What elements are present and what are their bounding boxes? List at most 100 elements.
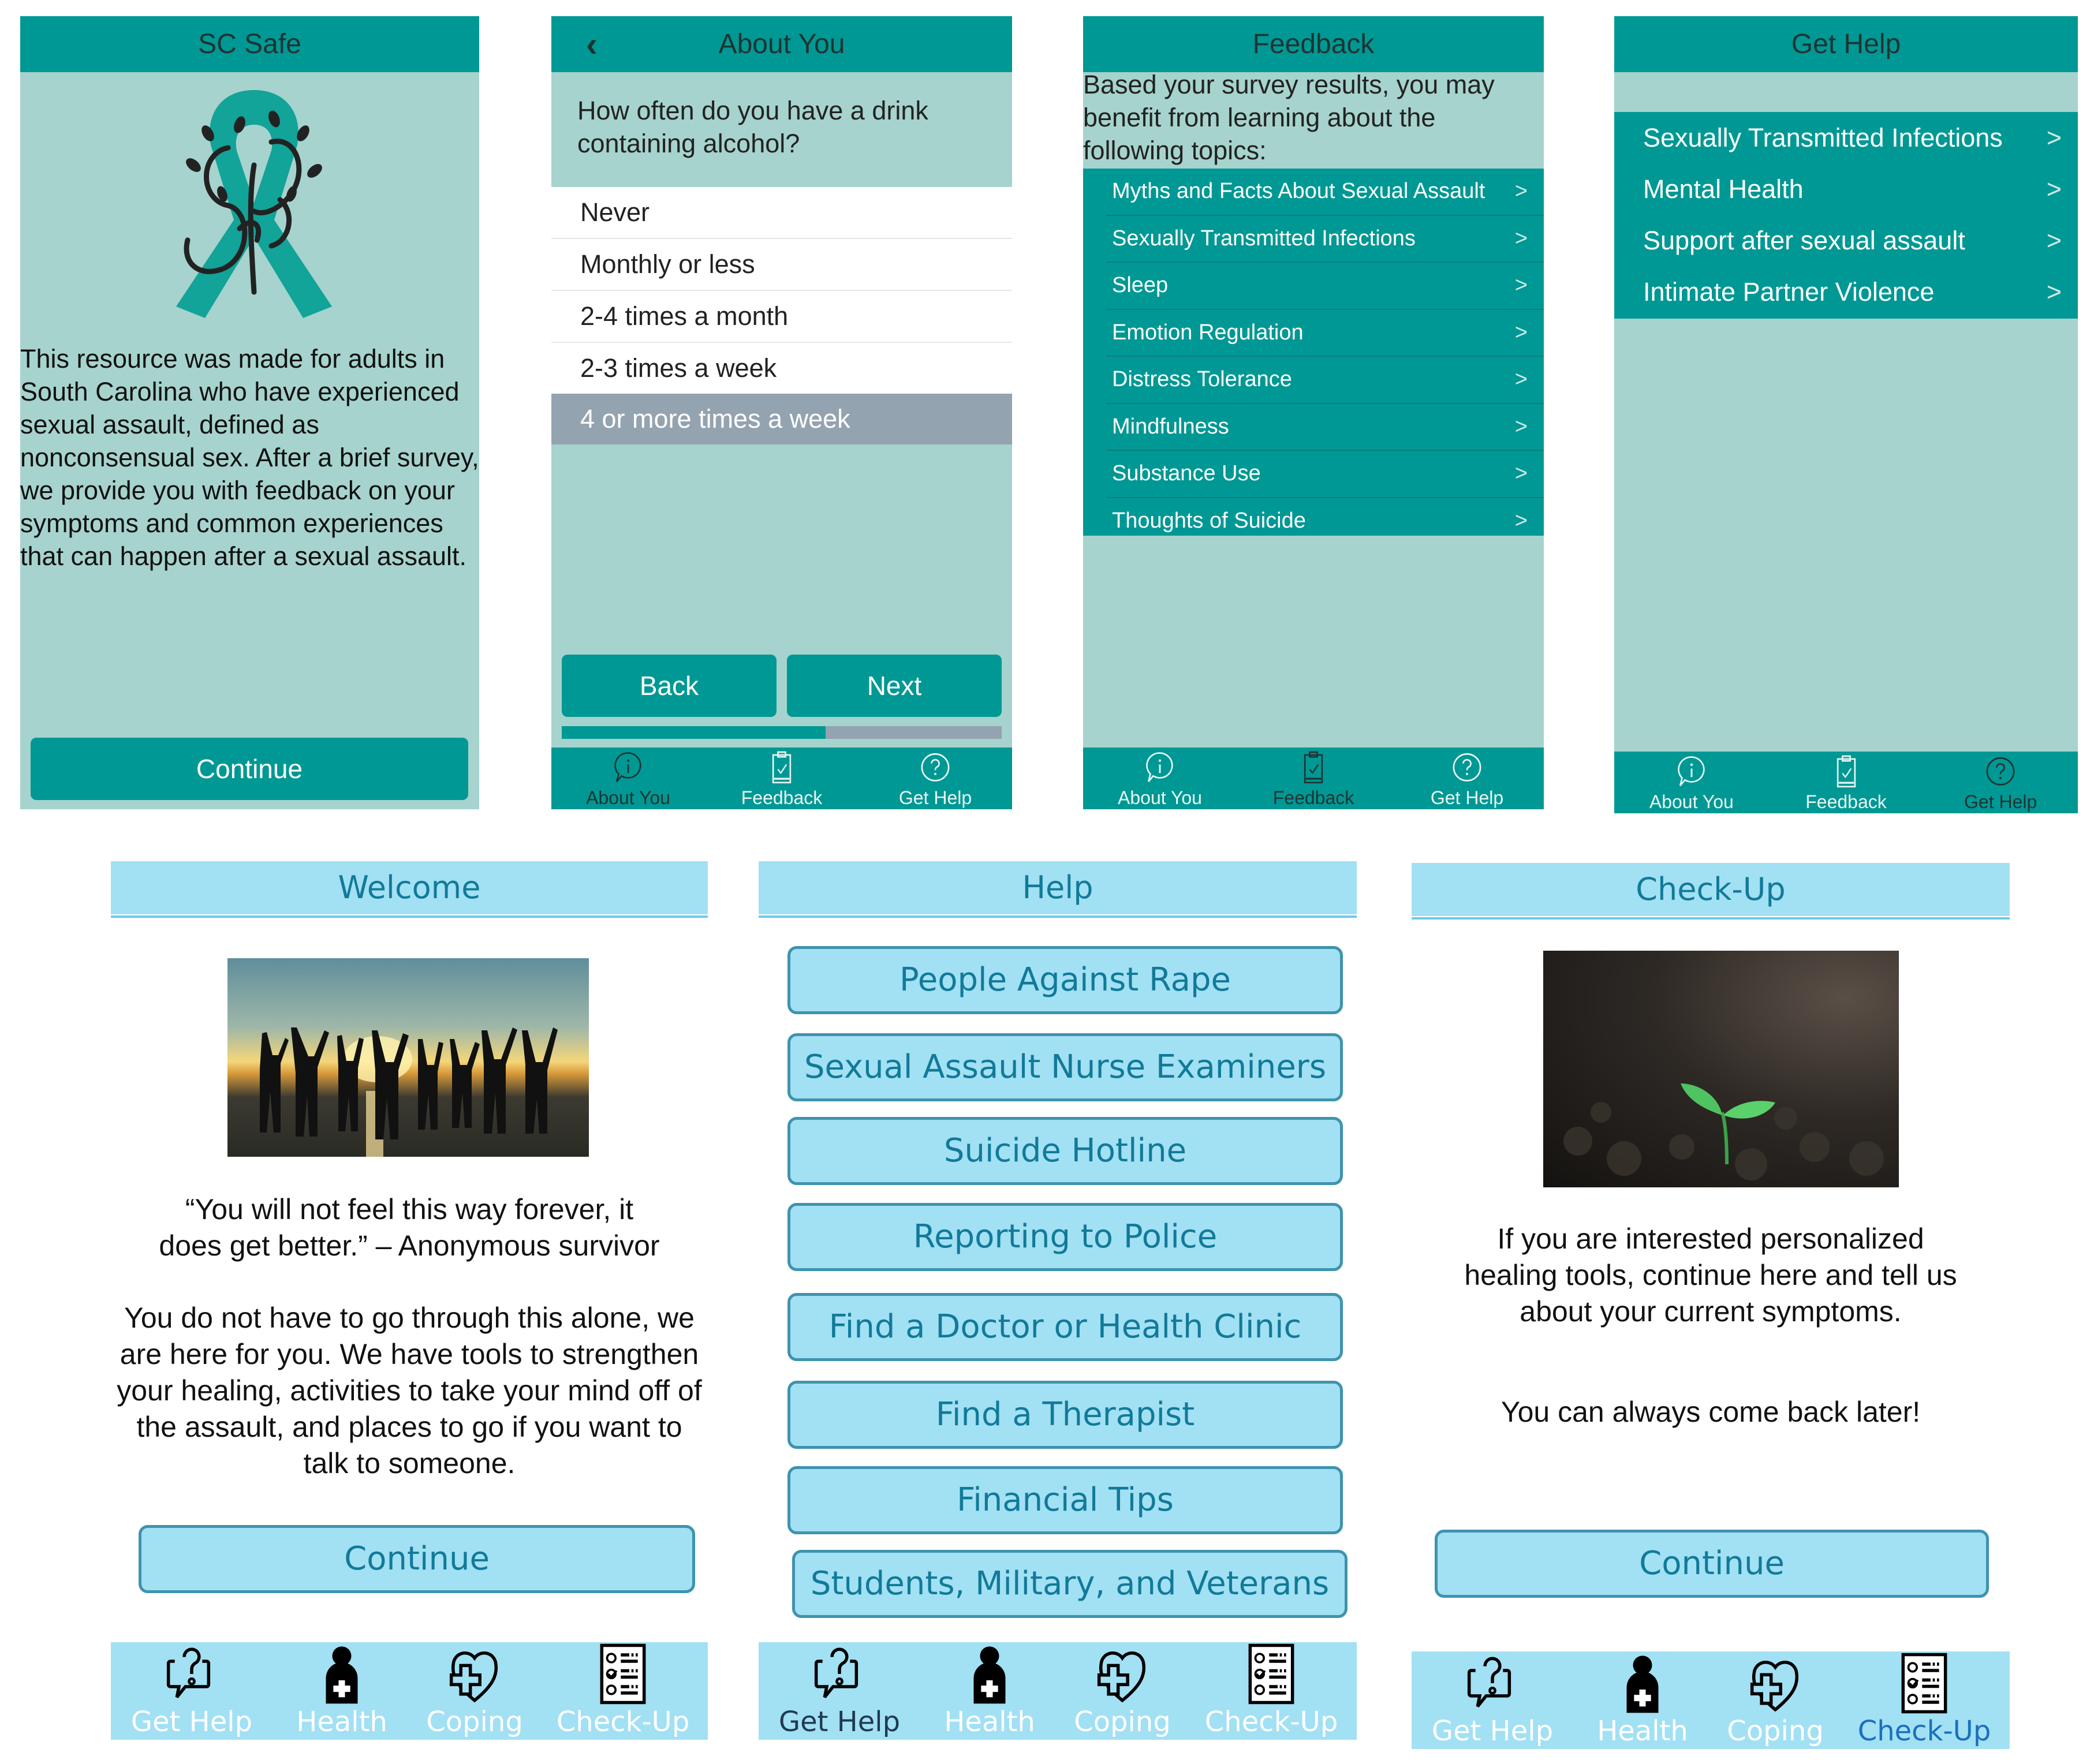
tab-label: About You [1118, 787, 1202, 808]
answer-options-list: Never Monthly or less 2-4 times a month … [551, 187, 1012, 444]
continue-button[interactable]: Continue [139, 1525, 695, 1593]
tab-check-up[interactable]: Check-Up [1839, 1651, 2010, 1749]
help-resource-button[interactable]: Find a Doctor or Health Clinic [787, 1293, 1343, 1361]
tab-health[interactable]: Health [273, 1642, 411, 1740]
person-medical-cross-icon [958, 1642, 1021, 1706]
feedback-topic-item[interactable]: Distress Tolerance > [1106, 357, 1544, 404]
chevron-right-icon: > [1514, 508, 1528, 533]
heart-cross-icon [443, 1642, 506, 1706]
tab-label: Get Help [1431, 1715, 1554, 1747]
tab-coping[interactable]: Coping [1059, 1642, 1186, 1740]
screen-header: ‹ About You [551, 16, 1012, 72]
tab-check-up[interactable]: Check-Up [538, 1642, 708, 1740]
tab-about-you[interactable]: About You [551, 748, 705, 809]
welcome-message: You do not have to go through this alone… [117, 1302, 702, 1479]
tab-feedback[interactable]: Feedback [1769, 752, 1924, 813]
feedback-topic-item[interactable]: Substance Use > [1106, 451, 1544, 498]
tab-label: Feedback [1272, 787, 1354, 808]
feedback-topic-item[interactable]: Sleep > [1106, 263, 1544, 310]
tab-health[interactable]: Health [920, 1642, 1059, 1740]
tab-label: Get Help [1430, 787, 1504, 808]
back-button[interactable]: Back [562, 655, 777, 717]
seedling-photo [1543, 951, 1899, 1187]
tab-feedback[interactable]: Feedback [705, 748, 858, 809]
tab-health[interactable]: Health [1573, 1651, 1712, 1749]
item-label: Intimate Partner Violence [1643, 277, 1935, 307]
sc-safe-description: This resource was made for adults in Sou… [20, 344, 479, 571]
help-resource-button[interactable]: Suicide Hotline [787, 1117, 1343, 1185]
tab-label: Coping [1074, 1706, 1171, 1738]
tab-get-help[interactable]: Get Help [111, 1642, 273, 1740]
tab-coping[interactable]: Coping [411, 1642, 538, 1740]
tab-label: Feedback [1805, 791, 1887, 812]
heart-cross-icon [1091, 1642, 1154, 1706]
tab-check-up[interactable]: Check-Up [1186, 1642, 1357, 1740]
get-help-item[interactable]: Support after sexual assault > [1614, 215, 2078, 266]
tab-coping[interactable]: Coping [1712, 1651, 1839, 1749]
chevron-right-icon: > [2046, 174, 2062, 204]
get-help-item[interactable]: Mental Health > [1614, 163, 2078, 215]
help-resource-button[interactable]: Sexual Assault Nurse Examiners [787, 1033, 1343, 1101]
answer-option[interactable]: Monthly or less [551, 239, 1012, 291]
tab-get-help[interactable]: Get Help [759, 1642, 920, 1740]
answer-option-selected[interactable]: 4 or more times a week [551, 394, 1012, 444]
info-bubble-icon [1140, 749, 1180, 787]
tab-get-help[interactable]: Get Help [1923, 752, 2078, 813]
feedback-screen: Feedback Based your survey results, you … [1083, 16, 1544, 809]
help-resource-button[interactable]: Students, Military, and Veterans [792, 1550, 1348, 1618]
get-help-item[interactable]: Intimate Partner Violence > [1614, 266, 2078, 317]
feedback-topic-item[interactable]: Sexually Transmitted Infections > [1106, 216, 1544, 263]
tab-get-help[interactable]: Get Help [858, 748, 1012, 809]
answer-option[interactable]: 2-3 times a week [551, 343, 1012, 394]
chevron-right-icon: > [1514, 461, 1528, 485]
tab-label: Check-Up [1204, 1706, 1338, 1738]
tab-feedback[interactable]: Feedback [1237, 748, 1390, 809]
tab-label: Check-Up [1857, 1715, 1991, 1747]
clipboard-check-icon [1826, 753, 1867, 791]
feedback-topic-item[interactable]: Emotion Regulation > [1106, 310, 1544, 357]
help-resource-button[interactable]: Find a Therapist [787, 1381, 1343, 1449]
feedback-topic-item[interactable]: Thoughts of Suicide > [1106, 498, 1544, 544]
topic-label: Mindfulness [1112, 414, 1229, 439]
tab-get-help[interactable]: Get Help [1390, 748, 1544, 809]
topic-label: Sexually Transmitted Infections [1112, 226, 1416, 251]
topic-label: Emotion Regulation [1112, 320, 1304, 345]
question-circle-icon [915, 749, 955, 787]
item-label: Support after sexual assault [1643, 226, 1965, 255]
tab-get-help[interactable]: Get Help [1412, 1651, 1573, 1749]
bottom-tab-bar: About You Feedback Get Help [551, 748, 1012, 809]
help-screen: Help People Against Rape Sexual Assault N… [759, 861, 1357, 1740]
help-resource-button[interactable]: People Against Rape [787, 946, 1343, 1014]
screen-title: Get Help [1614, 16, 2078, 72]
tab-label: Get Help [130, 1706, 253, 1738]
checkup-message: If you are interested personalized heali… [1464, 1223, 1957, 1328]
get-help-screen: Get Help Sexually Transmitted Infections… [1614, 16, 2078, 813]
continue-button[interactable]: Continue [1435, 1530, 1989, 1598]
clipboard-check-icon [762, 749, 802, 787]
tab-label: Health [1597, 1715, 1688, 1747]
next-button[interactable]: Next [787, 655, 1002, 717]
tab-about-you[interactable]: About You [1614, 752, 1769, 813]
welcome-quote: “You will not feel this way forever, it … [159, 1193, 660, 1262]
person-medical-cross-icon [310, 1642, 374, 1706]
feedback-intro: Based your survey results, you may benef… [1083, 70, 1495, 165]
topic-label: Thoughts of Suicide [1112, 508, 1306, 533]
help-resource-button[interactable]: Financial Tips [787, 1466, 1343, 1534]
get-help-item[interactable]: Sexually Transmitted Infections > [1614, 112, 2078, 163]
clipboard-check-icon [1293, 749, 1334, 787]
feedback-topic-item[interactable]: Myths and Facts About Sexual Assault > [1106, 169, 1544, 216]
bottom-tab-bar: About You Feedback Get Help [1083, 748, 1544, 809]
help-resource-button[interactable]: Reporting to Police [787, 1203, 1343, 1271]
answer-option[interactable]: Never [551, 187, 1012, 239]
chevron-right-icon: > [1514, 414, 1528, 439]
back-chevron-icon[interactable]: ‹ [586, 16, 598, 72]
question-speech-bubble-icon [808, 1642, 871, 1706]
item-label: Mental Health [1643, 174, 1804, 204]
answer-option[interactable]: 2-4 times a month [551, 291, 1012, 343]
tab-label: Health [296, 1706, 387, 1738]
feedback-topic-item[interactable]: Mindfulness > [1106, 404, 1544, 451]
tab-about-you[interactable]: About You [1083, 748, 1237, 809]
chevron-right-icon: > [2046, 123, 2062, 152]
continue-button[interactable]: Continue [31, 738, 468, 800]
tab-label: Coping [426, 1706, 523, 1738]
